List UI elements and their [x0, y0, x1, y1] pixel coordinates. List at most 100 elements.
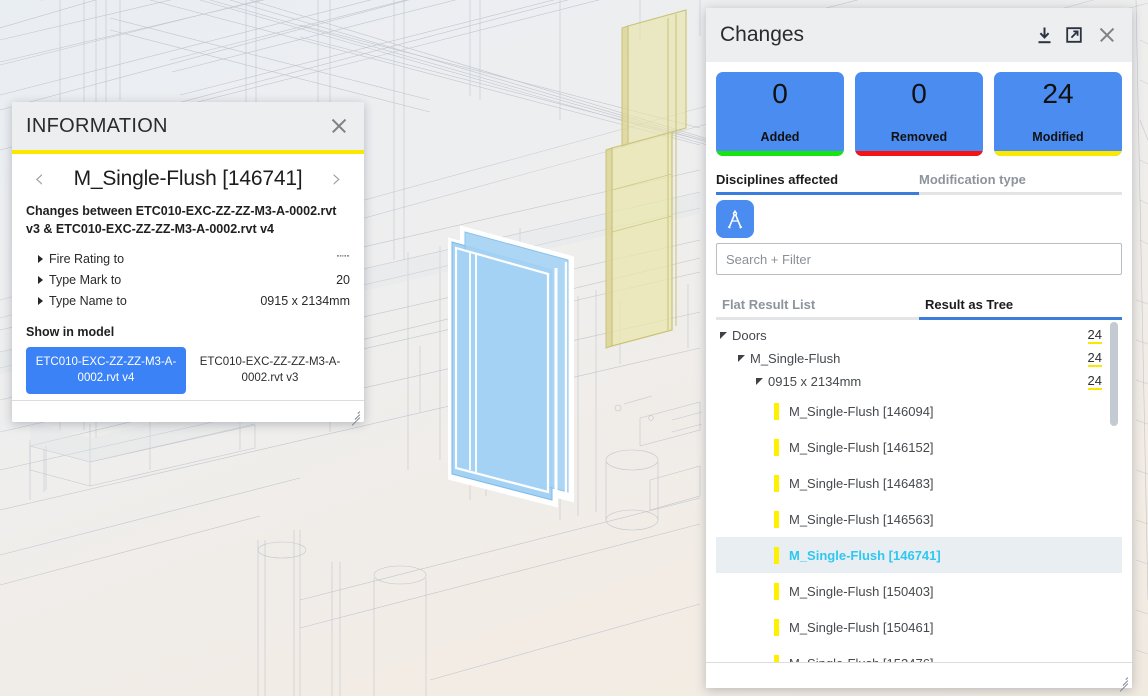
changes-panel-footer [706, 662, 1132, 692]
tree-leaf-row[interactable]: M_Single-Flush [146563] [716, 501, 1122, 537]
property-label: Fire Rating to [49, 251, 125, 266]
summary-label: Removed [890, 130, 948, 144]
tab-underline [919, 192, 1122, 195]
summary-status-bar [716, 151, 844, 156]
architecture-compass-icon[interactable] [716, 200, 754, 238]
compass-glyph [727, 210, 743, 229]
tree-row-label: Doors [732, 328, 767, 343]
model-version-button[interactable]: ETC010-EXC-ZZ-ZZ-M3-A-0002.rvt v4 [26, 347, 186, 395]
summary-card-modified[interactable]: 24 Modified [994, 72, 1122, 156]
discipline-icon-row [716, 195, 1122, 243]
collapse-triangle-icon[interactable] [720, 332, 727, 339]
element-name: M_Single-Flush [146741] [73, 167, 303, 190]
summary-card-added[interactable]: 0 Added [716, 72, 844, 156]
tree-leaf-row[interactable]: M_Single-Flush [152476] [716, 645, 1122, 662]
summary-status-bar [855, 151, 983, 156]
show-in-model-label: Show in model [26, 325, 115, 340]
information-panel-footer [12, 400, 364, 426]
modified-marker [774, 402, 779, 420]
modified-marker [774, 546, 779, 564]
model-version-button[interactable]: ETC010-EXC-ZZ-ZZ-M3-A-0002.rvt v3 [190, 347, 350, 394]
tab-underline [716, 192, 919, 195]
property-row[interactable]: Type Mark to 20 [26, 269, 350, 290]
summary-label: Added [760, 130, 800, 144]
summary-count: 0 [772, 78, 788, 109]
tab-result-as-tree[interactable]: Result as Tree [919, 289, 1122, 320]
property-value: 0915 x 2134mm [260, 293, 350, 308]
pop-out-icon[interactable] [1066, 27, 1082, 43]
modified-marker [774, 618, 779, 636]
result-tree: Doors 24 M_Single-Flush 24 0915 x 2134mm 24 M_… [716, 324, 1122, 662]
tree-row-label: 0915 x 2134mm [768, 374, 862, 389]
tab-modification-type[interactable]: Modification type [919, 164, 1122, 195]
tab-label: Disciplines affected [716, 172, 839, 187]
tree-leaf-row[interactable]: M_Single-Flush [146741] [716, 537, 1122, 573]
tab-disciplines-affected[interactable]: Disciplines affected [716, 164, 919, 195]
property-value: """" [336, 254, 350, 264]
summary-status-bar [994, 151, 1122, 156]
collapse-triangle-icon[interactable] [756, 378, 763, 385]
property-label: Type Mark to [49, 272, 122, 287]
changes-panel-body: 0 Added 0 Removed 24 Modified Disciplines aff… [706, 62, 1132, 662]
tab-label: Result as Tree [925, 297, 1014, 312]
changes-panel[interactable]: Changes 0 Added 0 Removed 24 Modified Discipl… [706, 8, 1132, 692]
resize-grip-handle[interactable] [349, 408, 361, 426]
tree-group-row[interactable]: 0915 x 2134mm 24 [716, 370, 1122, 393]
tree-scrollbar[interactable] [1110, 322, 1118, 426]
result-tree-container[interactable]: Doors 24 M_Single-Flush 24 0915 x 2134mm 24 M_… [716, 320, 1122, 662]
expand-triangle-icon[interactable] [38, 275, 43, 284]
tab-label: Flat Result List [722, 297, 816, 312]
download-icon[interactable] [1037, 27, 1052, 44]
tree-group-row[interactable]: M_Single-Flush 24 [716, 347, 1122, 370]
tree-row-label: M_Single-Flush [146152] [789, 439, 934, 455]
modified-marker [774, 438, 779, 456]
summary-card-removed[interactable]: 0 Removed [855, 72, 983, 156]
summary-count: 0 [911, 78, 927, 109]
tree-leaf-row[interactable]: M_Single-Flush [146152] [716, 429, 1122, 465]
expand-triangle-icon[interactable] [38, 296, 43, 305]
resize-grip-handle[interactable] [1117, 674, 1129, 692]
changes-panel-actions [1037, 24, 1118, 46]
modified-marker [774, 654, 779, 662]
tree-row-label: M_Single-Flush [150461] [789, 619, 934, 635]
property-label: Type Name to [49, 293, 127, 308]
change-summary-cards: 0 Added 0 Removed 24 Modified [716, 62, 1122, 164]
changes-panel-titlebar: Changes [706, 8, 1132, 62]
tree-row-label: M_Single-Flush [750, 351, 841, 366]
previous-element-icon[interactable]: ‹ [30, 166, 48, 192]
property-value: 20 [336, 272, 350, 287]
summary-label: Modified [1032, 130, 1084, 144]
tab-flat-result-list[interactable]: Flat Result List [716, 289, 919, 320]
tree-group-row[interactable]: Doors 24 [716, 324, 1122, 347]
close-icon[interactable] [1096, 24, 1118, 46]
information-panel-title: INFORMATION [26, 114, 168, 137]
information-panel-body: ‹ M_Single-Flush [146741] › Changes betw… [12, 154, 364, 400]
property-list: Fire Rating to """" Type Mark to 20 Type Nam… [26, 248, 350, 311]
tree-leaf-row[interactable]: M_Single-Flush [146094] [716, 393, 1122, 429]
property-row[interactable]: Fire Rating to """" [26, 248, 350, 269]
element-navigator: ‹ M_Single-Flush [146741] › [26, 166, 350, 192]
close-icon[interactable] [328, 115, 350, 137]
tree-leaf-row[interactable]: M_Single-Flush [146483] [716, 465, 1122, 501]
modified-door-element [605, 9, 687, 349]
tree-leaf-row[interactable]: M_Single-Flush [150461] [716, 609, 1122, 645]
model-version-buttons: ETC010-EXC-ZZ-ZZ-M3-A-0002.rvt v4 ETC010-… [26, 347, 350, 395]
information-panel[interactable]: INFORMATION ‹ M_Single-Flush [146741] › … [12, 102, 364, 426]
filter-tabbar: Disciplines affected Modification type [716, 164, 1122, 195]
expand-triangle-icon[interactable] [38, 254, 43, 263]
tree-row-label: M_Single-Flush [150403] [789, 583, 934, 599]
tree-row-label: M_Single-Flush [146741] [789, 547, 941, 563]
selected-door-element [448, 225, 574, 508]
tree-row-count: 24 [1087, 350, 1102, 367]
information-panel-titlebar: INFORMATION [12, 102, 364, 150]
tab-label: Modification type [919, 172, 1026, 187]
summary-count: 24 [1042, 78, 1074, 109]
tree-row-count: 24 [1087, 327, 1102, 344]
search-input[interactable] [716, 243, 1122, 275]
result-view-tabbar: Flat Result List Result as Tree [716, 289, 1122, 320]
tree-row-label: M_Single-Flush [146483] [789, 475, 934, 491]
property-row[interactable]: Type Name to 0915 x 2134mm [26, 290, 350, 311]
tree-leaf-row[interactable]: M_Single-Flush [150403] [716, 573, 1122, 609]
collapse-triangle-icon[interactable] [738, 355, 745, 362]
next-element-icon[interactable]: › [328, 166, 346, 192]
